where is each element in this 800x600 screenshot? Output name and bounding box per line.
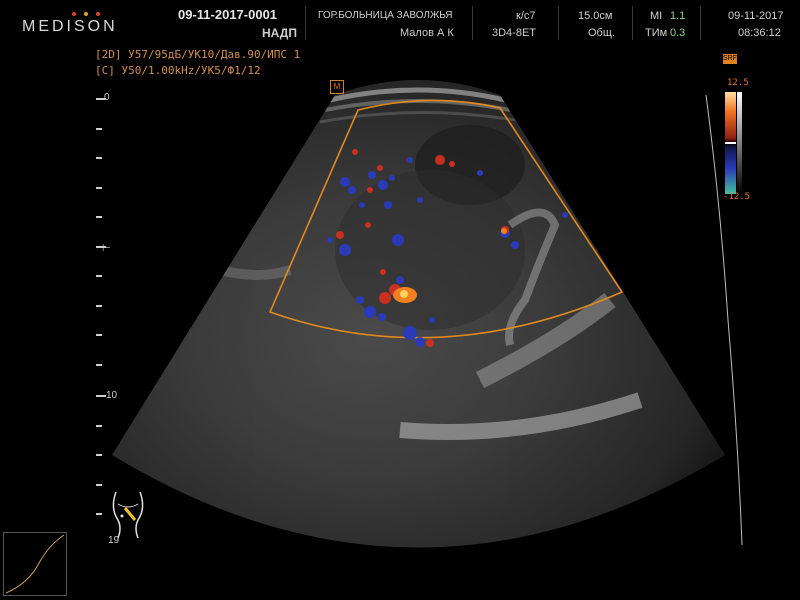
depth-tick bbox=[96, 425, 102, 427]
depth-tick bbox=[96, 395, 106, 397]
depth-tick bbox=[96, 513, 102, 515]
color-scale-bar bbox=[725, 92, 742, 194]
depth-tick bbox=[96, 454, 102, 456]
depth-tick bbox=[96, 305, 102, 307]
depth-tick bbox=[96, 484, 102, 486]
body-mark-icon bbox=[112, 491, 144, 539]
m-marker-badge[interactable]: M bbox=[330, 80, 344, 94]
srf-badge: SRF bbox=[723, 54, 737, 64]
depth-tick bbox=[96, 275, 102, 277]
depth-tick bbox=[96, 334, 102, 336]
colorbar-top-value: 12.5 bbox=[727, 78, 749, 88]
colorbar-bottom-value: -12.5 bbox=[723, 192, 751, 202]
depth-tick bbox=[96, 157, 102, 159]
depth-scale: 0 10 bbox=[92, 92, 122, 532]
focus-marker-icon[interactable]: ⊢ bbox=[102, 243, 111, 254]
gray-map-curve bbox=[3, 532, 67, 596]
depth-label-0: 0 bbox=[104, 92, 110, 103]
depth-tick bbox=[96, 216, 102, 218]
depth-label-10: 10 bbox=[106, 390, 118, 401]
body-mark-label: 19 bbox=[108, 535, 120, 546]
depth-tick bbox=[96, 364, 102, 366]
depth-tick bbox=[96, 128, 102, 130]
depth-tick bbox=[96, 187, 102, 189]
